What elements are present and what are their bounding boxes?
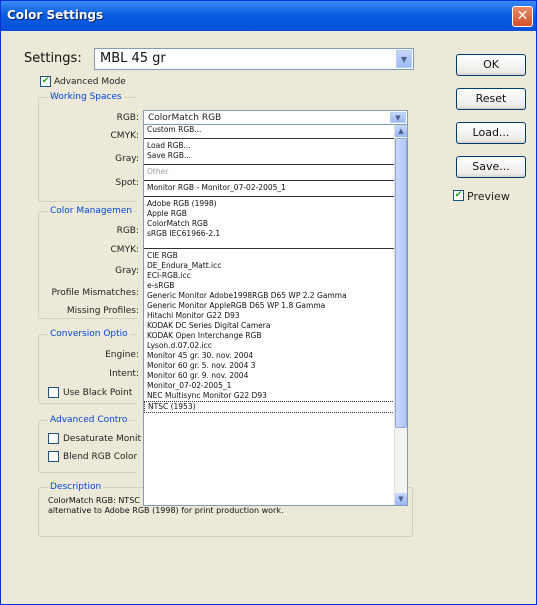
conversion-options-title: Conversion Optio <box>48 329 130 339</box>
list-item[interactable]: Monitor_07-02-2005_1 <box>144 381 407 391</box>
cm-rgb-label: RGB: <box>116 226 139 236</box>
list-separator <box>144 161 407 167</box>
intent-label: Intent: <box>109 369 139 379</box>
desaturate-checkbox[interactable] <box>48 433 59 444</box>
rgb-working-space-select[interactable]: ColorMatch RGB ▼ <box>143 110 408 125</box>
cm-gray-label: Gray: <box>115 266 139 276</box>
scroll-down-icon[interactable]: ▼ <box>395 493 407 505</box>
scroll-thumb[interactable] <box>395 138 407 428</box>
engine-label: Engine: <box>105 350 139 360</box>
color-management-title: Color Managemen <box>48 206 135 216</box>
list-item[interactable]: Monitor 45 gr. 30. nov. 2004 <box>144 351 407 361</box>
dropdown-scrollbar[interactable]: ▲ ▼ <box>394 125 407 505</box>
gray-label: Gray: <box>115 154 139 164</box>
list-item[interactable]: ColorMatch RGB <box>144 219 407 229</box>
save-button[interactable]: Save... <box>456 156 526 178</box>
preview-checkbox[interactable]: ✔ <box>453 190 464 201</box>
list-item[interactable]: Monitor RGB - Monitor_07-02-2005_1 <box>144 183 407 193</box>
list-item[interactable]: Load RGB... <box>144 141 407 151</box>
list-item[interactable]: Apple RGB <box>144 209 407 219</box>
blend-rgb-checkbox[interactable] <box>48 451 59 462</box>
close-button[interactable]: ✕ <box>512 6 533 27</box>
list-item[interactable]: e-sRGB <box>144 281 407 291</box>
list-item[interactable]: KODAK DC Series Digital Camera <box>144 321 407 331</box>
settings-label: Settings: <box>24 51 82 66</box>
list-separator <box>144 193 407 199</box>
blend-rgb-label: Blend RGB Color <box>63 452 138 462</box>
advanced-controls-group <box>38 420 138 473</box>
desaturate-label: Desaturate Monit <box>63 434 142 444</box>
list-item[interactable]: ECI-RGB.icc <box>144 271 407 281</box>
window-title: Color Settings <box>7 8 104 22</box>
list-item[interactable]: Adobe RGB (1998) <box>144 199 407 209</box>
description-title: Description <box>48 482 104 492</box>
list-item[interactable]: Lyson.d.07.02.icc <box>144 341 407 351</box>
rgb-working-space-value: ColorMatch RGB <box>148 113 222 123</box>
missing-profiles-label: Missing Profiles: <box>66 306 139 316</box>
title-bar: Color Settings ✕ <box>1 1 536 31</box>
advanced-mode-checkbox[interactable]: ✔ <box>40 76 51 87</box>
load-button[interactable]: Load... <box>456 122 526 144</box>
cmyk-label: CMYK: <box>110 131 139 141</box>
scroll-up-icon[interactable]: ▲ <box>395 125 407 137</box>
color-settings-dialog: Color Settings ✕ Settings: MBL 45 gr ▼ ✔… <box>0 0 537 605</box>
ok-button[interactable]: OK <box>456 54 526 76</box>
preview-label: Preview <box>467 190 510 203</box>
settings-value: MBL 45 gr <box>100 51 166 66</box>
list-item[interactable]: sRGB IEC61966-2.1 <box>144 229 407 239</box>
list-item[interactable]: NEC Multisync Monitor G22 D93 <box>144 391 407 401</box>
list-separator <box>144 135 407 141</box>
list-item[interactable]: Hitachi Monitor G22 D93 <box>144 311 407 321</box>
list-item[interactable]: Generic Monitor AppleRGB D65 WP 1.8 Gamm… <box>144 301 407 311</box>
list-item[interactable]: Monitor 60 gr. 9. nov. 2004 <box>144 371 407 381</box>
list-item[interactable]: CIE RGB <box>144 251 407 261</box>
advanced-controls-title: Advanced Contro <box>48 415 130 425</box>
cm-cmyk-label: CMYK: <box>110 245 139 255</box>
chevron-down-icon: ▼ <box>390 112 406 123</box>
list-item[interactable]: KODAK Open Interchange RGB <box>144 331 407 341</box>
list-item[interactable]: Generic Monitor Adobe1998RGB D65 WP 2.2 … <box>144 291 407 301</box>
list-separator <box>144 245 407 251</box>
checkmark-icon: ✔ <box>454 190 463 200</box>
list-item[interactable]: DE_Endura_Matt.icc <box>144 261 407 271</box>
spot-label: Spot: <box>115 178 140 188</box>
chevron-down-icon: ▼ <box>396 50 412 68</box>
list-separator <box>144 177 407 183</box>
advanced-mode-label: Advanced Mode <box>54 77 126 87</box>
rgb-dropdown-items: Custom RGB... Load RGB... Save RGB... Other… <box>144 125 407 413</box>
list-item[interactable]: Save RGB... <box>144 151 407 161</box>
profile-mismatches-label: Profile Mismatches: <box>51 288 139 298</box>
working-spaces-title: Working Spaces <box>48 92 124 102</box>
settings-select[interactable]: MBL 45 gr ▼ <box>94 48 414 70</box>
close-icon: ✕ <box>516 8 529 24</box>
rgb-label: RGB: <box>116 113 139 123</box>
list-item[interactable]: Custom RGB... <box>144 125 407 135</box>
list-item[interactable]: Monitor 60 gr. 5. nov. 2004 3 <box>144 361 407 371</box>
rgb-dropdown-list[interactable]: Custom RGB... Load RGB... Save RGB... Other… <box>143 124 408 506</box>
black-point-checkbox[interactable] <box>48 387 59 398</box>
checkmark-icon: ✔ <box>41 76 50 86</box>
black-point-label: Use Black Point <box>63 388 133 398</box>
list-item: Other <box>147 167 169 176</box>
list-item[interactable]: NTSC (1953) <box>144 401 407 413</box>
reset-button[interactable]: Reset <box>456 88 526 110</box>
